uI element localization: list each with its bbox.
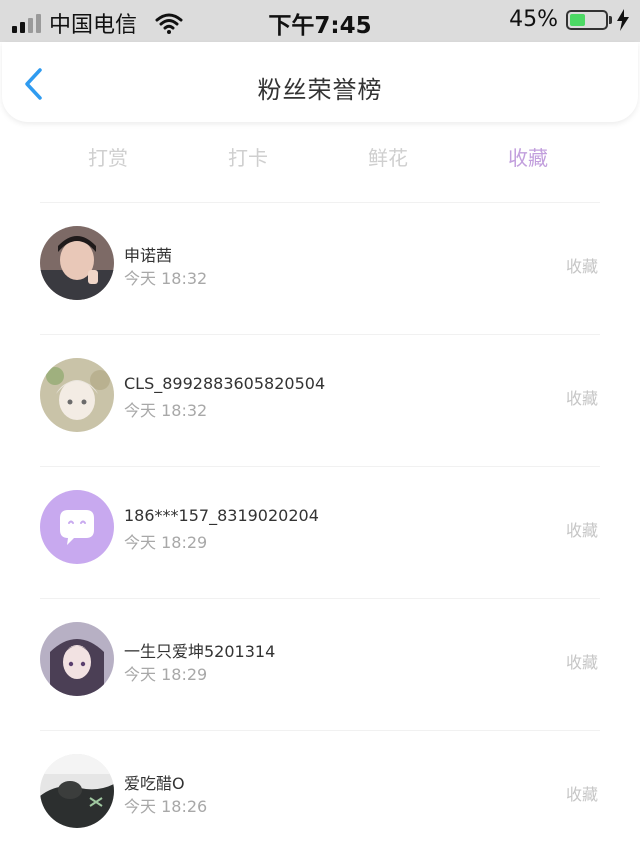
tab-bar: 打赏 打卡 鲜花 收藏 [0,138,640,174]
action-label: 收藏 [565,785,598,804]
fan-time: 今天 18:32 [124,401,208,420]
fan-time: 今天 18:26 [124,797,208,816]
tab-flowers[interactable]: 鲜花 [318,142,458,171]
fan-name: 186***157_8319020204 [124,506,319,525]
anime-avatar-icon [40,358,114,432]
fan-name: 一生只爱坤5201314 [124,642,276,661]
fan-name: CLS_8992883605820504 [124,374,326,393]
list-item[interactable]: 186***157_8319020204 今天 18:29 收藏 [0,466,640,598]
charging-icon [617,8,629,31]
avatar[interactable] [40,754,114,828]
avatar[interactable] [40,490,114,564]
fan-name: 爱吃醋O [124,774,185,793]
photo-avatar-icon [40,226,114,300]
tab-checkin[interactable]: 打卡 [178,142,318,171]
battery-percent: 45% [509,7,558,32]
tab-favorites[interactable]: 收藏 [458,142,598,171]
photo-avatar-icon [40,754,114,828]
avatar[interactable] [40,226,114,300]
action-label: 收藏 [565,257,598,276]
list-item[interactable]: 一生只爱坤5201314 今天 18:29 收藏 [0,598,640,730]
action-label: 收藏 [565,653,598,672]
fan-time: 今天 18:32 [124,269,208,288]
fan-time: 今天 18:29 [124,533,208,552]
nav-header: 粉丝荣誉榜 [2,42,638,122]
tab-reward[interactable]: 打赏 [38,142,178,171]
action-label: 收藏 [565,389,598,408]
status-bar: 中国电信 下午7:45 45% [0,0,640,42]
anime-avatar-icon [40,622,114,696]
battery-icon [566,9,612,30]
avatar[interactable] [40,622,114,696]
list-item[interactable]: 爱吃醋O 今天 18:26 收藏 [0,730,640,862]
default-chat-avatar-icon [40,490,114,564]
avatar[interactable] [40,358,114,432]
status-right: 45% [509,7,630,32]
fan-time: 今天 18:29 [124,665,208,684]
page-title: 粉丝荣誉榜 [257,76,383,104]
action-label: 收藏 [565,521,598,540]
list-item[interactable]: CLS_8992883605820504 今天 18:32 收藏 [0,334,640,466]
list-item[interactable]: 申诺茜 今天 18:32 收藏 [0,202,640,334]
fan-name: 申诺茜 [124,246,173,265]
